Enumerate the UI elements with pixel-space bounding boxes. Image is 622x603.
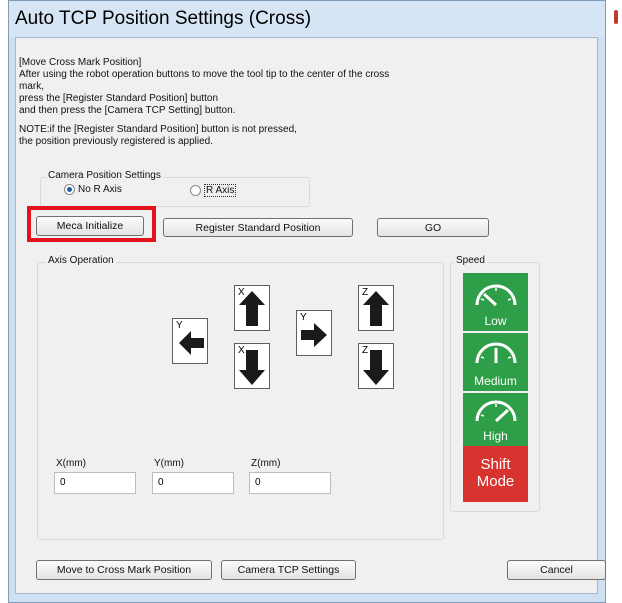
speed-option-label: Low xyxy=(484,314,507,328)
jog-x-minus-button[interactable]: X xyxy=(234,343,270,389)
radio-no-r-axis[interactable]: No R Axis xyxy=(64,184,122,195)
arrow-right-icon xyxy=(301,323,327,347)
jog-y-plus-button[interactable]: Y xyxy=(296,310,332,356)
speed-high-button[interactable]: High xyxy=(463,393,528,446)
x-mm-label: X(mm) xyxy=(56,458,86,469)
note-line: NOTE:if the [Register Standard Position]… xyxy=(19,124,297,135)
speedometer-icon xyxy=(475,284,517,307)
speedometer-icon xyxy=(475,342,517,364)
speed-option-label: High xyxy=(483,429,508,443)
speed-low-button[interactable]: Low xyxy=(463,273,528,331)
move-to-cross-mark-button[interactable]: Move to Cross Mark Position xyxy=(36,560,212,580)
speed-option-label: Medium xyxy=(474,374,517,388)
arrow-down-icon xyxy=(239,350,265,385)
jog-y-minus-button[interactable]: Y xyxy=(172,318,208,364)
speed-medium-button[interactable]: Medium xyxy=(463,333,528,391)
radio-r-axis[interactable]: R Axis xyxy=(190,184,237,197)
radio-label: No R Axis xyxy=(78,184,122,195)
window-title: Auto TCP Position Settings (Cross) xyxy=(15,8,312,29)
instruction-line: press the [Register Standard Position] b… xyxy=(19,93,219,104)
axis-operation-label: Axis Operation xyxy=(46,255,116,266)
speed-label: Speed xyxy=(454,255,487,266)
go-button[interactable]: GO xyxy=(377,218,489,237)
arrow-down-icon xyxy=(363,350,389,385)
radio-unselected-icon xyxy=(190,185,201,196)
arrow-up-icon xyxy=(363,291,389,326)
speedometer-icon xyxy=(475,400,517,423)
note-line: the position previously registered is ap… xyxy=(19,136,213,147)
window-edge-marker xyxy=(614,10,618,24)
highlight-annotation xyxy=(27,206,156,242)
radio-label: R Axis xyxy=(204,184,237,197)
y-mm-label: Y(mm) xyxy=(154,458,184,469)
shift-mode-button[interactable]: Shift Mode xyxy=(463,446,528,502)
jog-x-plus-button[interactable]: X xyxy=(234,285,270,331)
z-mm-label: Z(mm) xyxy=(251,458,281,469)
arrow-left-icon xyxy=(179,331,204,355)
jog-z-plus-button[interactable]: Z xyxy=(358,285,394,331)
z-mm-field[interactable]: 0 xyxy=(249,472,331,494)
register-standard-position-button[interactable]: Register Standard Position xyxy=(163,218,353,237)
y-mm-field[interactable]: 0 xyxy=(152,472,234,494)
instruction-line: and then press the [Camera TCP Setting] … xyxy=(19,105,236,116)
title-bar: Auto TCP Position Settings (Cross) xyxy=(9,1,605,37)
jog-z-minus-button[interactable]: Z xyxy=(358,343,394,389)
instruction-line: mark, xyxy=(19,81,44,92)
camera-position-label: Camera Position Settings xyxy=(46,170,163,181)
instruction-line: After using the robot operation buttons … xyxy=(19,69,390,80)
shift-mode-label: Shift xyxy=(480,456,511,473)
instruction-heading: [Move Cross Mark Position] xyxy=(19,57,142,68)
cancel-button[interactable]: Cancel xyxy=(507,560,606,580)
radio-selected-icon xyxy=(64,184,75,195)
camera-tcp-settings-button[interactable]: Camera TCP Settings xyxy=(221,560,356,580)
x-mm-field[interactable]: 0 xyxy=(54,472,136,494)
shift-mode-label: Mode xyxy=(476,473,515,490)
arrow-up-icon xyxy=(239,291,265,326)
